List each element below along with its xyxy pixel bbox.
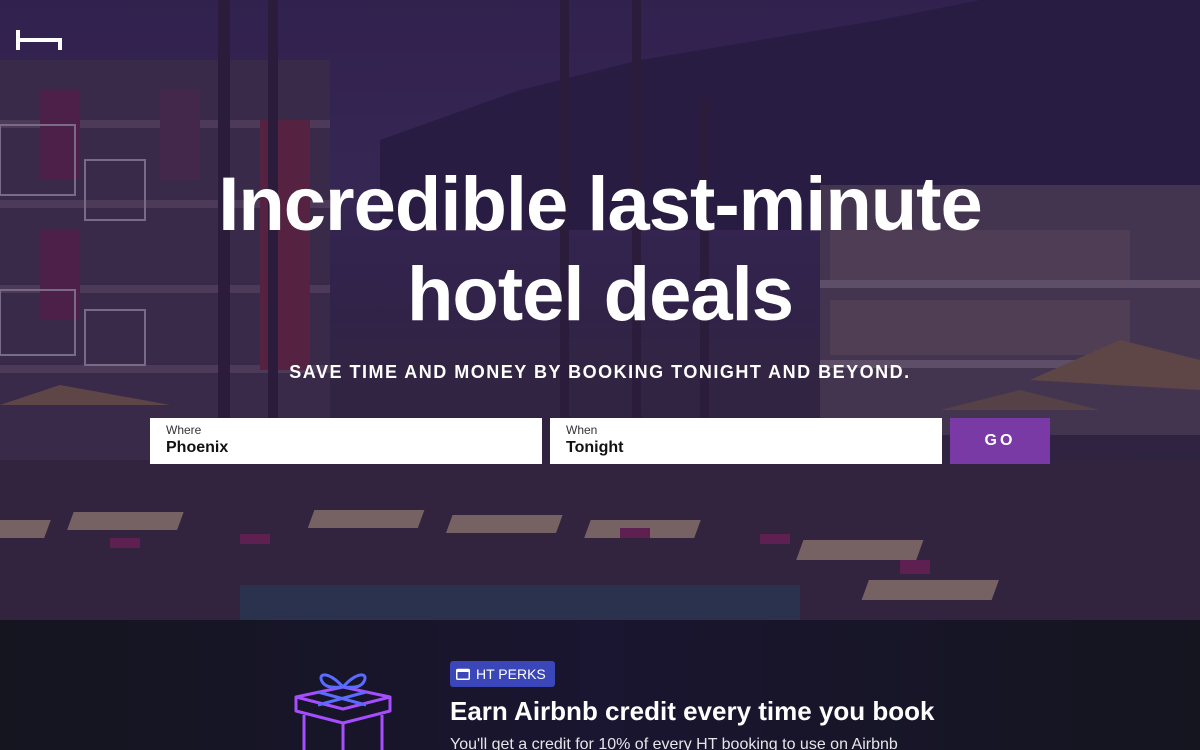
when-value[interactable]: Tonight	[566, 437, 926, 459]
perks-badge: HT PERKS	[450, 661, 555, 687]
headline-line-1: Incredible last-minute	[218, 162, 982, 247]
perks-body: You'll get a credit for 10% of every HT …	[450, 736, 898, 750]
where-label: Where	[166, 423, 202, 437]
headline-line-2: hotel deals	[407, 252, 794, 337]
gift-icon	[294, 673, 392, 750]
when-field[interactable]: When Tonight	[550, 418, 942, 464]
where-field[interactable]: Where Phoenix	[150, 418, 542, 464]
page-headline: Incredible last-minute hotel deals	[0, 160, 1200, 340]
hero-section: Incredible last-minute hotel deals SAVE …	[0, 0, 1200, 620]
perks-badge-label: HT PERKS	[476, 666, 546, 682]
perks-title: Earn Airbnb credit every time you book	[450, 696, 935, 726]
go-button[interactable]: GO	[950, 418, 1050, 464]
calendar-icon	[456, 668, 470, 680]
where-value[interactable]: Phoenix	[166, 437, 526, 459]
hoteltonight-logo-icon[interactable]	[16, 30, 62, 50]
when-label: When	[566, 423, 598, 437]
perks-section: HT PERKS Earn Airbnb credit every time y…	[0, 620, 1200, 750]
page-subhead: SAVE TIME AND MONEY BY BOOKING TONIGHT A…	[289, 362, 911, 382]
